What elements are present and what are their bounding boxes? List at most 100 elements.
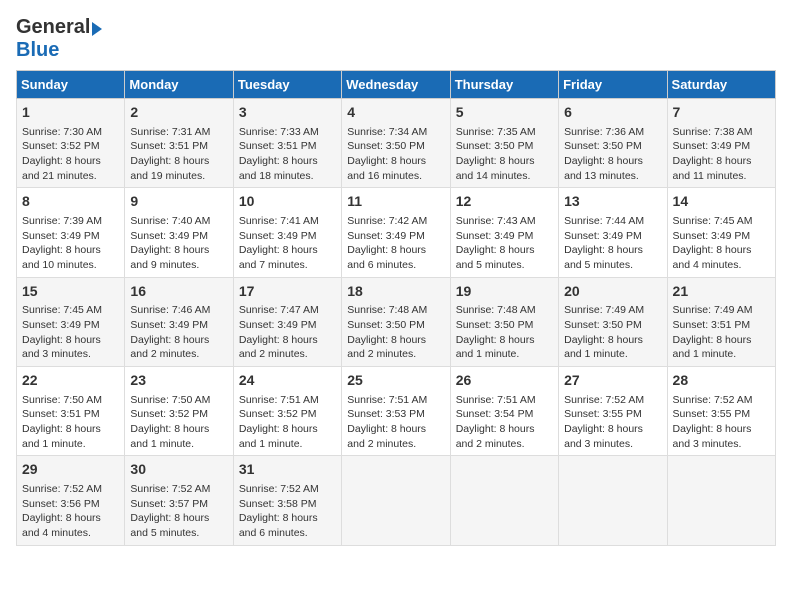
- sunset: Sunset: 3:50 PM: [564, 140, 642, 152]
- calendar-cell: 16Sunrise: 7:46 AMSunset: 3:49 PMDayligh…: [125, 277, 233, 366]
- daylight: Daylight: 8 hours and 1 minute.: [239, 423, 318, 450]
- daylight: Daylight: 8 hours and 4 minutes.: [673, 244, 752, 271]
- daylight: Daylight: 8 hours and 2 minutes.: [456, 423, 535, 450]
- sunrise: Sunrise: 7:48 AM: [456, 304, 536, 316]
- calendar-cell: 21Sunrise: 7:49 AMSunset: 3:51 PMDayligh…: [667, 277, 775, 366]
- day-number: 14: [673, 192, 770, 212]
- daylight: Daylight: 8 hours and 18 minutes.: [239, 155, 318, 182]
- daylight: Daylight: 8 hours and 2 minutes.: [239, 334, 318, 361]
- sunrise: Sunrise: 7:35 AM: [456, 126, 536, 138]
- daylight: Daylight: 8 hours and 4 minutes.: [22, 512, 101, 539]
- sunset: Sunset: 3:49 PM: [239, 230, 317, 242]
- sunrise: Sunrise: 7:45 AM: [673, 215, 753, 227]
- sunset: Sunset: 3:56 PM: [22, 498, 100, 510]
- sunrise: Sunrise: 7:51 AM: [347, 394, 427, 406]
- sunset: Sunset: 3:53 PM: [347, 408, 425, 420]
- day-number: 30: [130, 460, 227, 480]
- day-number: 10: [239, 192, 336, 212]
- day-number: 24: [239, 371, 336, 391]
- sunset: Sunset: 3:49 PM: [347, 230, 425, 242]
- calendar-cell: 10Sunrise: 7:41 AMSunset: 3:49 PMDayligh…: [233, 188, 341, 277]
- sunrise: Sunrise: 7:52 AM: [673, 394, 753, 406]
- sunset: Sunset: 3:49 PM: [130, 319, 208, 331]
- calendar-cell: 26Sunrise: 7:51 AMSunset: 3:54 PMDayligh…: [450, 367, 558, 456]
- calendar-cell: 18Sunrise: 7:48 AMSunset: 3:50 PMDayligh…: [342, 277, 450, 366]
- sunrise: Sunrise: 7:40 AM: [130, 215, 210, 227]
- sunrise: Sunrise: 7:52 AM: [564, 394, 644, 406]
- calendar-week-3: 15Sunrise: 7:45 AMSunset: 3:49 PMDayligh…: [17, 277, 776, 366]
- calendar-week-1: 1Sunrise: 7:30 AMSunset: 3:52 PMDaylight…: [17, 99, 776, 188]
- daylight: Daylight: 8 hours and 3 minutes.: [673, 423, 752, 450]
- sunset: Sunset: 3:50 PM: [347, 319, 425, 331]
- sunset: Sunset: 3:49 PM: [130, 230, 208, 242]
- daylight: Daylight: 8 hours and 3 minutes.: [22, 334, 101, 361]
- day-number: 6: [564, 103, 661, 123]
- day-number: 22: [22, 371, 119, 391]
- calendar-cell: 31Sunrise: 7:52 AMSunset: 3:58 PMDayligh…: [233, 456, 341, 545]
- day-number: 17: [239, 282, 336, 302]
- sunrise: Sunrise: 7:49 AM: [673, 304, 753, 316]
- sunset: Sunset: 3:50 PM: [564, 319, 642, 331]
- calendar-cell: 27Sunrise: 7:52 AMSunset: 3:55 PMDayligh…: [559, 367, 667, 456]
- calendar-cell: 17Sunrise: 7:47 AMSunset: 3:49 PMDayligh…: [233, 277, 341, 366]
- sunrise: Sunrise: 7:33 AM: [239, 126, 319, 138]
- sunset: Sunset: 3:49 PM: [22, 230, 100, 242]
- sunset: Sunset: 3:57 PM: [130, 498, 208, 510]
- calendar-cell: [667, 456, 775, 545]
- calendar-cell: 2Sunrise: 7:31 AMSunset: 3:51 PMDaylight…: [125, 99, 233, 188]
- day-number: 7: [673, 103, 770, 123]
- sunset: Sunset: 3:51 PM: [673, 319, 751, 331]
- sunrise: Sunrise: 7:34 AM: [347, 126, 427, 138]
- day-number: 29: [22, 460, 119, 480]
- sunset: Sunset: 3:50 PM: [456, 140, 534, 152]
- logo-blue-text: Blue: [16, 39, 59, 61]
- calendar-cell: 3Sunrise: 7:33 AMSunset: 3:51 PMDaylight…: [233, 99, 341, 188]
- daylight: Daylight: 8 hours and 1 minute.: [456, 334, 535, 361]
- daylight: Daylight: 8 hours and 2 minutes.: [130, 334, 209, 361]
- daylight: Daylight: 8 hours and 1 minute.: [22, 423, 101, 450]
- calendar-table: SundayMondayTuesdayWednesdayThursdayFrid…: [16, 70, 776, 546]
- sunset: Sunset: 3:55 PM: [673, 408, 751, 420]
- logo: General Blue: [16, 16, 102, 62]
- calendar-header-row: SundayMondayTuesdayWednesdayThursdayFrid…: [17, 71, 776, 99]
- sunrise: Sunrise: 7:41 AM: [239, 215, 319, 227]
- day-number: 28: [673, 371, 770, 391]
- day-number: 9: [130, 192, 227, 212]
- calendar-cell: 14Sunrise: 7:45 AMSunset: 3:49 PMDayligh…: [667, 188, 775, 277]
- day-number: 26: [456, 371, 553, 391]
- sunrise: Sunrise: 7:49 AM: [564, 304, 644, 316]
- daylight: Daylight: 8 hours and 1 minute.: [564, 334, 643, 361]
- day-header-tuesday: Tuesday: [233, 71, 341, 99]
- day-header-thursday: Thursday: [450, 71, 558, 99]
- calendar-cell: 6Sunrise: 7:36 AMSunset: 3:50 PMDaylight…: [559, 99, 667, 188]
- day-number: 5: [456, 103, 553, 123]
- daylight: Daylight: 8 hours and 13 minutes.: [564, 155, 643, 182]
- calendar-cell: 19Sunrise: 7:48 AMSunset: 3:50 PMDayligh…: [450, 277, 558, 366]
- sunrise: Sunrise: 7:46 AM: [130, 304, 210, 316]
- calendar-week-4: 22Sunrise: 7:50 AMSunset: 3:51 PMDayligh…: [17, 367, 776, 456]
- calendar-cell: 15Sunrise: 7:45 AMSunset: 3:49 PMDayligh…: [17, 277, 125, 366]
- sunrise: Sunrise: 7:48 AM: [347, 304, 427, 316]
- day-number: 4: [347, 103, 444, 123]
- calendar-cell: 29Sunrise: 7:52 AMSunset: 3:56 PMDayligh…: [17, 456, 125, 545]
- sunset: Sunset: 3:49 PM: [673, 140, 751, 152]
- day-header-friday: Friday: [559, 71, 667, 99]
- sunset: Sunset: 3:51 PM: [130, 140, 208, 152]
- sunset: Sunset: 3:58 PM: [239, 498, 317, 510]
- day-number: 18: [347, 282, 444, 302]
- day-header-wednesday: Wednesday: [342, 71, 450, 99]
- daylight: Daylight: 8 hours and 5 minutes.: [456, 244, 535, 271]
- day-header-sunday: Sunday: [17, 71, 125, 99]
- sunset: Sunset: 3:52 PM: [239, 408, 317, 420]
- calendar-cell: 23Sunrise: 7:50 AMSunset: 3:52 PMDayligh…: [125, 367, 233, 456]
- sunrise: Sunrise: 7:52 AM: [239, 483, 319, 495]
- calendar-cell: 28 Sunrise: 7:52 AM Sunset: 3:55 PM Dayligh…: [667, 367, 775, 456]
- sunrise: Sunrise: 7:43 AM: [456, 215, 536, 227]
- day-number: 13: [564, 192, 661, 212]
- day-number: 31: [239, 460, 336, 480]
- day-number: 8: [22, 192, 119, 212]
- daylight: Daylight: 8 hours and 10 minutes.: [22, 244, 101, 271]
- calendar-cell: [450, 456, 558, 545]
- daylight: Daylight: 8 hours and 1 minute.: [673, 334, 752, 361]
- sunrise: Sunrise: 7:44 AM: [564, 215, 644, 227]
